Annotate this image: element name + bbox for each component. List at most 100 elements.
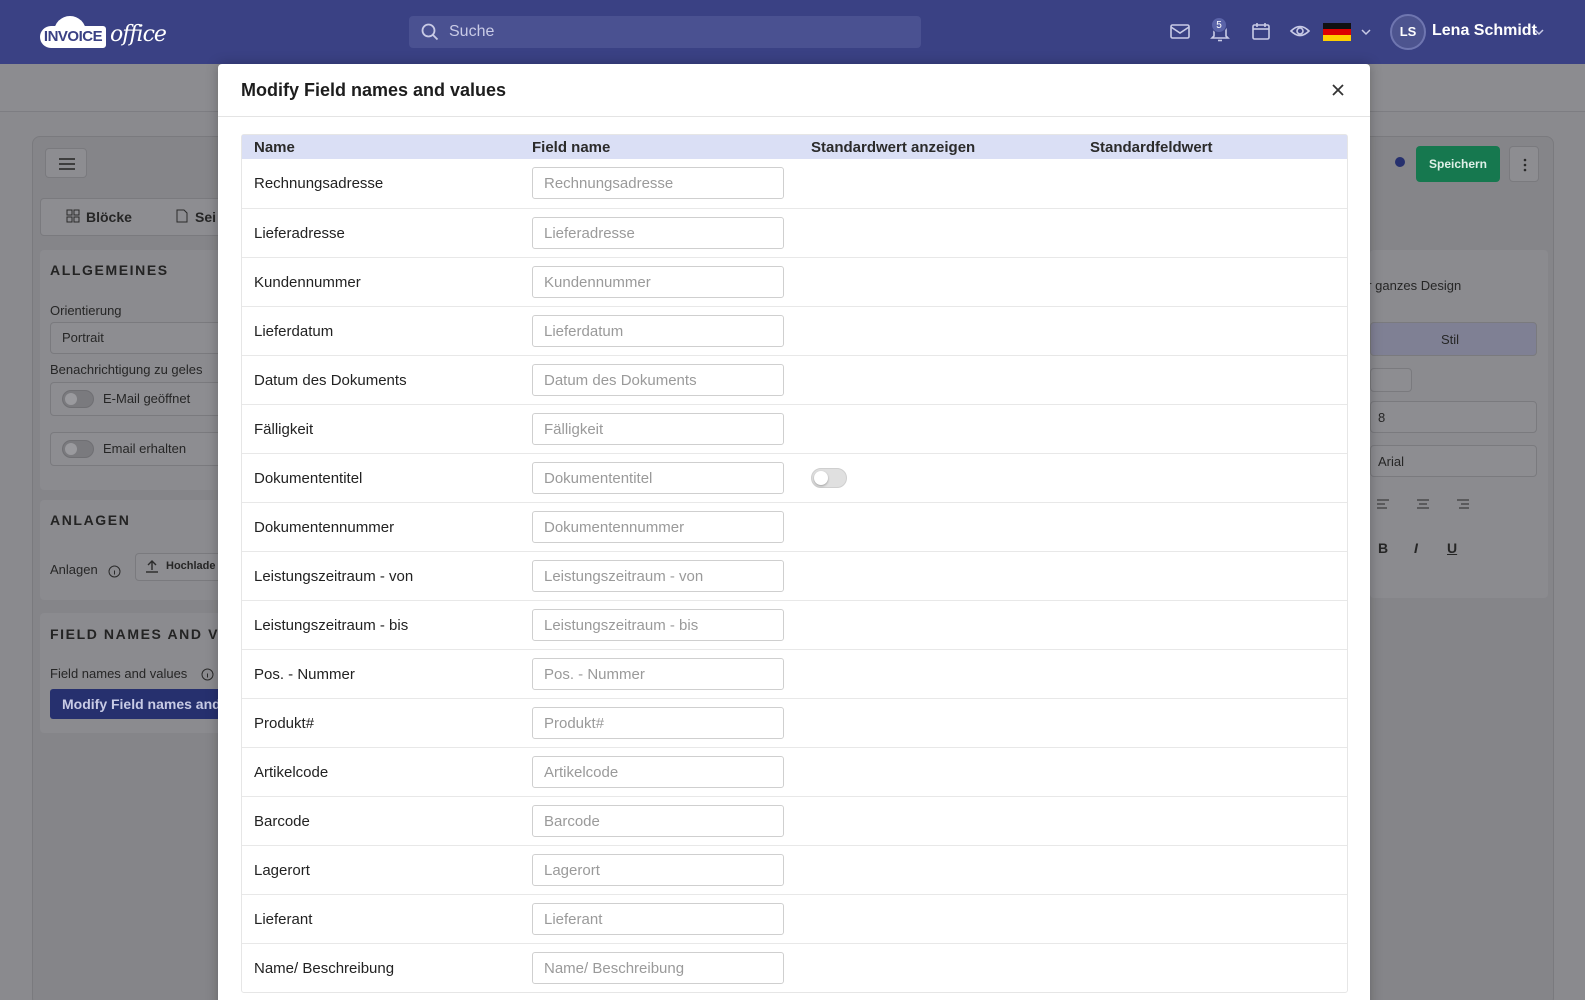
field-names-label: Field names and values (50, 666, 188, 681)
field-label: Leistungszeitraum - von (254, 568, 414, 585)
email-received-label: Email erhalten (103, 441, 187, 456)
column-header-field-name: Field name (532, 139, 611, 156)
table-row: Lieferadresse (242, 208, 1347, 257)
table-row: Leistungszeitraum - von (242, 551, 1347, 600)
tab-style-label: Stil (1441, 332, 1460, 347)
field-label: Datum des Dokuments (254, 372, 407, 389)
general-section-title: ALLGEMEINES (50, 262, 169, 278)
calendar-icon[interactable] (1250, 20, 1272, 42)
field-name-input[interactable] (532, 658, 784, 690)
avatar[interactable]: LS (1390, 14, 1426, 50)
upload-icon (146, 560, 158, 573)
field-name-input[interactable] (532, 805, 784, 837)
close-icon[interactable] (1330, 82, 1346, 98)
field-name-input[interactable] (532, 903, 784, 935)
save-button[interactable]: Speichern (1416, 146, 1500, 182)
field-label: Leistungszeitraum - bis (254, 617, 409, 634)
field-name-input[interactable] (532, 952, 784, 984)
search-input[interactable] (449, 16, 909, 48)
column-header-name: Name (254, 139, 295, 156)
search-icon (421, 23, 439, 41)
field-name-input[interactable] (532, 560, 784, 592)
tab-pages[interactable]: Sei (195, 209, 216, 225)
underline-button[interactable]: U (1447, 540, 1457, 556)
field-label: Lieferant (254, 911, 313, 928)
hamburger-icon (59, 158, 75, 170)
field-name-input[interactable] (532, 167, 784, 199)
field-name-input[interactable] (532, 462, 784, 494)
email-opened-toggle[interactable] (62, 390, 94, 408)
language-chevron-down-icon[interactable] (1361, 27, 1371, 37)
upload-button[interactable]: Hochlade (135, 553, 230, 581)
user-menu-chevron-down-icon[interactable] (1534, 27, 1544, 37)
table-row: Dokumententitel (242, 453, 1347, 502)
hamburger-menu-button[interactable] (45, 148, 87, 178)
logo-wordmark-right: office (110, 22, 167, 47)
field-label: Name/ Beschreibung (254, 960, 395, 977)
field-name-input[interactable] (532, 707, 784, 739)
invoice-office-logo[interactable]: INVOICE office (32, 14, 182, 50)
field-name-input[interactable] (532, 609, 784, 641)
field-names-info-icon (201, 668, 214, 681)
more-options-button[interactable] (1509, 146, 1539, 182)
font-size-select[interactable]: 8 (1370, 401, 1537, 433)
eye-icon[interactable] (1289, 20, 1311, 42)
kebab-menu-icon (1523, 158, 1527, 172)
field-name-input[interactable] (532, 854, 784, 886)
field-label: Dokumententitel (254, 470, 363, 487)
table-row: Lieferdatum (242, 306, 1347, 355)
field-name-input[interactable] (532, 413, 784, 445)
language-flag-germany-icon[interactable] (1323, 23, 1351, 41)
field-name-input[interactable] (532, 315, 784, 347)
email-received-toggle[interactable] (62, 440, 94, 458)
align-left-icon[interactable] (1376, 499, 1390, 509)
font-family-value: Arial (1378, 454, 1405, 469)
bold-button[interactable]: B (1378, 540, 1388, 556)
table-row: Lagerort (242, 845, 1347, 894)
table-row: Leistungszeitraum - bis (242, 600, 1347, 649)
info-icon (108, 565, 121, 578)
mail-icon[interactable] (1169, 20, 1191, 42)
table-row: Produkt# (242, 698, 1347, 747)
field-label: Barcode (254, 813, 310, 830)
field-name-input[interactable] (532, 217, 784, 249)
modify-field-names-modal: Modify Field names and values Name Field… (218, 64, 1370, 1000)
field-names-section-title: FIELD NAMES AND VAL (50, 626, 240, 642)
align-right-icon[interactable] (1456, 499, 1470, 509)
table-row: Lieferant (242, 894, 1347, 943)
show-default-toggle[interactable] (811, 468, 847, 488)
blocks-icon (66, 209, 80, 223)
font-family-select[interactable]: Arial (1370, 445, 1537, 477)
notification-count-badge: 5 (1211, 17, 1227, 33)
table-row: Rechnungsadresse (242, 159, 1347, 208)
tab-blocks[interactable]: Blöcke (86, 209, 132, 225)
field-label: Fälligkeit (254, 421, 314, 438)
align-center-icon[interactable] (1416, 499, 1430, 509)
field-name-input[interactable] (532, 364, 784, 396)
field-label: Pos. - Nummer (254, 666, 355, 683)
design-scope-label: ür ganzes Design (1360, 278, 1462, 293)
table-row: Pos. - Nummer (242, 649, 1347, 698)
modal-title: Modify Field names and values (241, 80, 507, 100)
field-name-input[interactable] (532, 756, 784, 788)
page-icon (176, 209, 188, 223)
field-name-input[interactable] (532, 511, 784, 543)
field-label: Produkt# (254, 715, 315, 732)
top-navigation-bar: INVOICE office 5 LS Lena Schmidt (0, 0, 1585, 64)
field-name-input[interactable] (532, 266, 784, 298)
attachments-label: Anlagen (50, 562, 98, 577)
orientation-select[interactable]: Portrait (50, 322, 230, 354)
email-opened-label: E-Mail geöffnet (103, 391, 191, 406)
table-row: Barcode (242, 796, 1347, 845)
italic-button[interactable]: I (1414, 540, 1418, 556)
field-label: Dokumentennummer (254, 519, 395, 536)
column-header-show-default: Standardwert anzeigen (811, 139, 976, 156)
field-label: Artikelcode (254, 764, 329, 781)
modal-header: Modify Field names and values (218, 64, 1370, 117)
orientation-value: Portrait (62, 330, 104, 345)
color-input[interactable] (1370, 368, 1412, 392)
column-header-default-value: Standardfeldwert (1090, 139, 1213, 156)
field-label: Lieferdatum (254, 323, 334, 340)
user-name[interactable]: Lena Schmidt (1432, 22, 1537, 40)
tab-style[interactable]: Stil (1370, 322, 1537, 356)
